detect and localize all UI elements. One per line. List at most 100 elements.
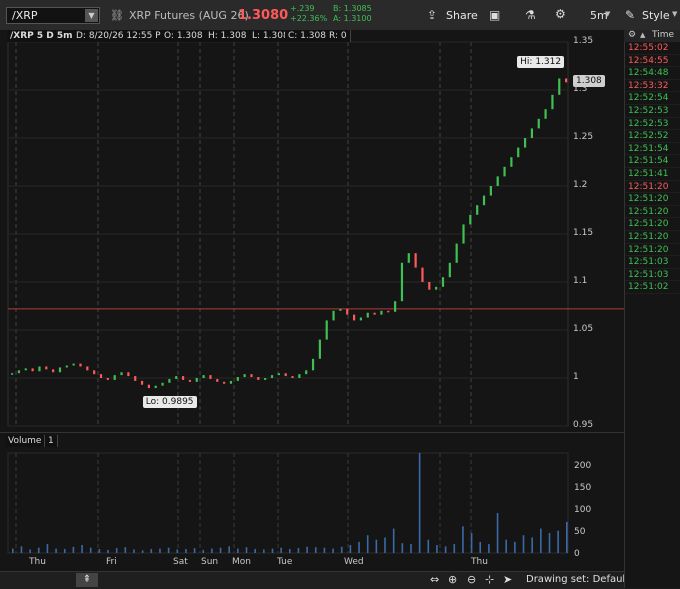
chevron-down-icon[interactable]: ▼ [85, 9, 98, 22]
tape-row[interactable]: 12:51:20 [625, 218, 680, 231]
price-candle [489, 186, 492, 196]
tape-row[interactable]: 12:51:02 [625, 281, 680, 294]
price-candle [380, 310, 383, 315]
time-tick-label: Sat [173, 557, 188, 567]
gear-icon[interactable]: ⚙ [555, 7, 566, 21]
volume-bar [505, 539, 508, 553]
price-candle [544, 109, 547, 119]
time-tick-label: Mon [232, 557, 251, 567]
volume-bar [150, 549, 153, 553]
volume-bar [410, 544, 412, 553]
price-candle [134, 376, 137, 381]
volume-bar [202, 549, 205, 553]
volume-bar [488, 544, 490, 553]
tape-row[interactable]: 12:51:54 [625, 143, 680, 156]
tape-row[interactable]: 12:51:20 [625, 244, 680, 257]
collapse-icon[interactable]: ⇞ [76, 573, 98, 587]
price-candle [236, 377, 239, 381]
price-candle [291, 376, 294, 378]
timeframe-chevron-icon[interactable]: ▼ [605, 10, 610, 18]
tape-row[interactable]: 12:53:32 [625, 80, 680, 93]
price-candle [31, 368, 34, 372]
price-candle [140, 380, 144, 385]
zoom-out-icon[interactable]: ⊖ [467, 573, 476, 587]
flask-icon[interactable]: ⚗ [525, 8, 536, 22]
volume-chart-svg [7, 452, 569, 554]
price-candle [482, 195, 486, 206]
price-candle [359, 317, 363, 321]
price-candle [175, 376, 178, 379]
price-candle [202, 375, 205, 378]
style-chevron-icon[interactable]: ▼ [672, 10, 677, 18]
sort-icon[interactable]: ▲ [640, 31, 645, 39]
symbol-selector[interactable]: /XRP ▼ [6, 7, 100, 24]
share-button[interactable]: Share [446, 9, 478, 22]
price-chart[interactable]: /XRP 5 D 5m D: 8/20/26 12:55 PM O: 1.308… [0, 30, 624, 432]
price-candle [270, 375, 274, 378]
tape-row[interactable]: 12:52:52 [625, 130, 680, 143]
price-candle [223, 381, 226, 384]
studies-icon[interactable]: ▣ [489, 8, 500, 22]
price-candle [332, 310, 335, 321]
change-absolute: +.239 [290, 4, 315, 13]
volume-bar [280, 547, 282, 553]
pan-icon[interactable]: ⇔ [430, 573, 439, 587]
volume-bar [297, 548, 300, 553]
volume-bar [444, 546, 447, 553]
volume-bar [453, 544, 456, 553]
volume-bar [133, 549, 135, 553]
tape-row[interactable]: 12:51:20 [625, 181, 680, 194]
volume-bar [141, 550, 144, 553]
zoom-icon[interactable]: ⊕ [448, 573, 457, 587]
header-range: R: 0 [326, 30, 351, 42]
volume-bar [531, 537, 533, 553]
tape-row[interactable]: 12:52:53 [625, 105, 680, 118]
price-candle [476, 205, 479, 215]
volume-bar [124, 547, 127, 553]
tape-row[interactable]: 12:52:53 [625, 118, 680, 131]
price-candle [318, 339, 321, 359]
tape-row[interactable]: 12:51:20 [625, 231, 680, 244]
volume-title: Volume [5, 435, 46, 447]
drawing-set-selector[interactable]: Drawing set: Default [526, 574, 629, 585]
volume-bar [20, 546, 23, 553]
volume-bar [193, 548, 196, 553]
tape-row[interactable]: 12:54:55 [625, 55, 680, 68]
style-button[interactable]: Style [642, 9, 670, 22]
share-icon[interactable]: ⇪ [427, 8, 437, 22]
time-sales-tape[interactable]: 12:55:02 12:54:55 12:54:48 12:53:32 12:52:54… [624, 30, 680, 588]
tape-row[interactable]: 12:51:03 [625, 256, 680, 269]
tape-row[interactable]: 12:51:20 [625, 206, 680, 219]
cursor-icon[interactable]: ➤ [503, 573, 512, 587]
volume-bar [107, 549, 109, 553]
price-chart-svg [7, 41, 624, 427]
tape-row[interactable]: 12:51:54 [625, 155, 680, 168]
volume-bar [323, 547, 326, 553]
header-high: H: 1.308 [205, 30, 251, 42]
style-icon[interactable]: ✎ [625, 8, 635, 22]
price-candle [435, 286, 438, 290]
tape-row[interactable]: 12:52:54 [625, 92, 680, 105]
volume-bar [289, 549, 291, 553]
volume-chart[interactable]: Volume 1 200 150 100 50 0 [0, 432, 624, 559]
crosshair-icon[interactable]: ⊹ [485, 573, 494, 587]
tape-settings-icon[interactable]: ⚙ [628, 30, 636, 40]
volume-bar [115, 548, 118, 553]
link-icon[interactable]: ⛓ [110, 9, 124, 22]
price-tick-label: 1.2 [573, 180, 588, 190]
tape-row[interactable]: 12:51:41 [625, 168, 680, 181]
price-candle [195, 378, 198, 382]
volume-bar [306, 546, 308, 553]
tape-row[interactable]: 12:54:48 [625, 67, 680, 80]
volume-bar [358, 541, 360, 553]
tape-row[interactable]: 12:55:02 [625, 42, 680, 55]
price-tick-label: 0.95 [573, 420, 594, 430]
tape-row[interactable]: 12:51:03 [625, 269, 680, 282]
volume-bar [211, 548, 213, 553]
volume-bar [263, 549, 265, 553]
price-candle [414, 253, 417, 268]
tape-row[interactable]: 12:51:20 [625, 193, 680, 206]
time-tick-label: Fri [106, 557, 117, 567]
volume-bar [548, 533, 551, 553]
price-candle [462, 224, 465, 244]
